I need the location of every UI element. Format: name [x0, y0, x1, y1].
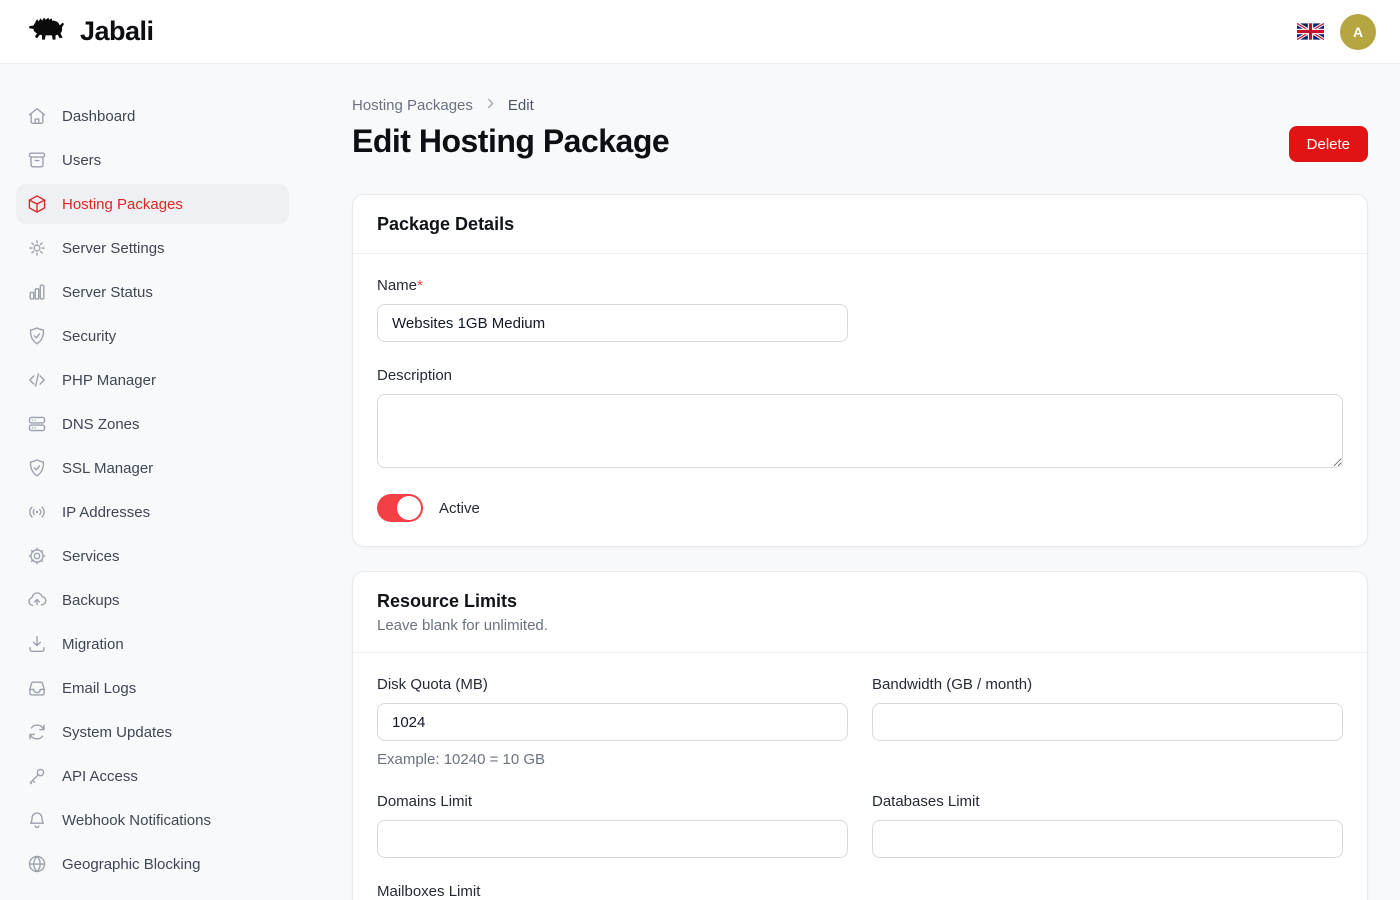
- sidebar-item-label: Backups: [62, 592, 120, 609]
- sidebar-item-system-updates[interactable]: System Updates: [16, 712, 289, 752]
- sidebar-nav: Dashboard Users Hosting Packages Server …: [0, 64, 304, 900]
- brand-name: Jabali: [80, 16, 154, 47]
- sidebar-item-server-settings[interactable]: Server Settings: [16, 228, 289, 268]
- package-details-title: Package Details: [377, 213, 1343, 235]
- description-label: Description: [377, 368, 1343, 384]
- sidebar-item-label: Services: [62, 548, 120, 565]
- active-toggle-row: Active: [377, 494, 1343, 522]
- sidebar-item-hosting-packages[interactable]: Hosting Packages: [16, 184, 289, 224]
- cloud-upload-icon: [26, 589, 48, 611]
- sidebar-item-services[interactable]: Services: [16, 536, 289, 576]
- sidebar-item-label: Hosting Packages: [62, 196, 183, 213]
- disk-quota-helper: Example: 10240 = 10 GB: [377, 751, 848, 768]
- sidebar-item-label: SSL Manager: [62, 460, 153, 477]
- domains-limit-label: Domains Limit: [377, 794, 848, 810]
- sidebar-item-label: Email Logs: [62, 680, 136, 697]
- sidebar-item-label: Users: [62, 152, 101, 169]
- name-field-group: Name*: [377, 278, 848, 342]
- sidebar-item-email-logs[interactable]: Email Logs: [16, 668, 289, 708]
- required-marker: *: [417, 277, 423, 294]
- sidebar-item-dns-zones[interactable]: DNS Zones: [16, 404, 289, 444]
- gear-icon: [26, 237, 48, 259]
- bar-chart-icon: [26, 281, 48, 303]
- databases-limit-label: Databases Limit: [872, 794, 1343, 810]
- sidebar-item-users[interactable]: Users: [16, 140, 289, 180]
- active-toggle-label: Active: [439, 500, 480, 517]
- bell-icon: [26, 809, 48, 831]
- download-icon: [26, 633, 48, 655]
- sidebar-item-label: Geographic Blocking: [62, 856, 200, 873]
- disk-quota-label: Disk Quota (MB): [377, 677, 848, 693]
- disk-quota-field-group: Disk Quota (MB) Example: 10240 = 10 GB: [377, 677, 848, 768]
- sidebar-item-label: System Updates: [62, 724, 172, 741]
- main-content: Hosting Packages Edit Edit Hosting Packa…: [304, 64, 1400, 900]
- bandwidth-label: Bandwidth (GB / month): [872, 677, 1343, 693]
- refresh-icon: [26, 721, 48, 743]
- sidebar-item-geographic-blocking[interactable]: Geographic Blocking: [16, 844, 289, 884]
- language-selector[interactable]: [1297, 22, 1324, 41]
- sidebar-item-server-status[interactable]: Server Status: [16, 272, 289, 312]
- sidebar-item-label: IP Addresses: [62, 504, 150, 521]
- sidebar-item-label: API Access: [62, 768, 138, 785]
- sidebar-item-label: Security: [62, 328, 116, 345]
- active-toggle[interactable]: [377, 494, 423, 522]
- brand-logo[interactable]: Jabali: [24, 12, 154, 51]
- resource-limits-subtitle: Leave blank for unlimited.: [377, 616, 1343, 636]
- shield-check-icon: [26, 325, 48, 347]
- sidebar-item-ssl-manager[interactable]: SSL Manager: [16, 448, 289, 488]
- sidebar-item-security[interactable]: Security: [16, 316, 289, 356]
- top-header: Jabali A: [0, 0, 1400, 64]
- sidebar-item-webhook-notifications[interactable]: Webhook Notifications: [16, 800, 289, 840]
- sidebar-item-dashboard[interactable]: Dashboard: [16, 96, 289, 136]
- breadcrumb: Hosting Packages Edit: [352, 96, 1368, 114]
- sidebar-item-label: Server Settings: [62, 240, 165, 257]
- delete-button[interactable]: Delete: [1289, 126, 1368, 162]
- server-stack-icon: [26, 413, 48, 435]
- bandwidth-field-group: Bandwidth (GB / month): [872, 677, 1343, 768]
- name-label: Name*: [377, 278, 848, 294]
- cog-icon: [26, 545, 48, 567]
- sidebar-item-ip-addresses[interactable]: IP Addresses: [16, 492, 289, 532]
- uk-flag-icon: [1297, 22, 1324, 41]
- sidebar-item-php-manager[interactable]: PHP Manager: [16, 360, 289, 400]
- package-details-card: Package Details Name* Description Active: [352, 194, 1368, 547]
- domains-limit-input[interactable]: [377, 820, 848, 858]
- sidebar-item-backups[interactable]: Backups: [16, 580, 289, 620]
- inbox-icon: [26, 677, 48, 699]
- description-textarea[interactable]: [377, 394, 1343, 468]
- resource-limits-card: Resource Limits Leave blank for unlimite…: [352, 571, 1368, 900]
- mailboxes-limit-field-group: Mailboxes Limit: [377, 884, 848, 900]
- bandwidth-input[interactable]: [872, 703, 1343, 741]
- sidebar-item-label: Webhook Notifications: [62, 812, 211, 829]
- sidebar-item-label: DNS Zones: [62, 416, 140, 433]
- globe-icon: [26, 853, 48, 875]
- databases-limit-field-group: Databases Limit: [872, 794, 1343, 858]
- sidebar-item-label: PHP Manager: [62, 372, 156, 389]
- name-input[interactable]: [377, 304, 848, 342]
- description-field-group: Description: [377, 368, 1343, 468]
- mailboxes-limit-label: Mailboxes Limit: [377, 884, 848, 900]
- disk-quota-input[interactable]: [377, 703, 848, 741]
- breadcrumb-edit: Edit: [508, 97, 534, 114]
- domains-limit-field-group: Domains Limit: [377, 794, 848, 858]
- sidebar-item-label: Migration: [62, 636, 124, 653]
- cube-icon: [26, 193, 48, 215]
- sidebar-item-migration[interactable]: Migration: [16, 624, 289, 664]
- sidebar-item-label: Server Status: [62, 284, 153, 301]
- chevron-right-icon: [483, 96, 498, 115]
- boar-logo-icon: [24, 12, 70, 51]
- databases-limit-input[interactable]: [872, 820, 1343, 858]
- code-icon: [26, 369, 48, 391]
- resource-limits-title: Resource Limits: [377, 590, 1343, 612]
- page-title: Edit Hosting Package: [352, 124, 669, 159]
- signal-icon: [26, 501, 48, 523]
- sidebar-item-api-access[interactable]: API Access: [16, 756, 289, 796]
- shield-check-icon: [26, 457, 48, 479]
- breadcrumb-hosting-packages[interactable]: Hosting Packages: [352, 97, 473, 114]
- user-avatar[interactable]: A: [1340, 14, 1376, 50]
- archive-box-icon: [26, 149, 48, 171]
- home-icon: [26, 105, 48, 127]
- key-icon: [26, 765, 48, 787]
- sidebar-item-label: Dashboard: [62, 108, 135, 125]
